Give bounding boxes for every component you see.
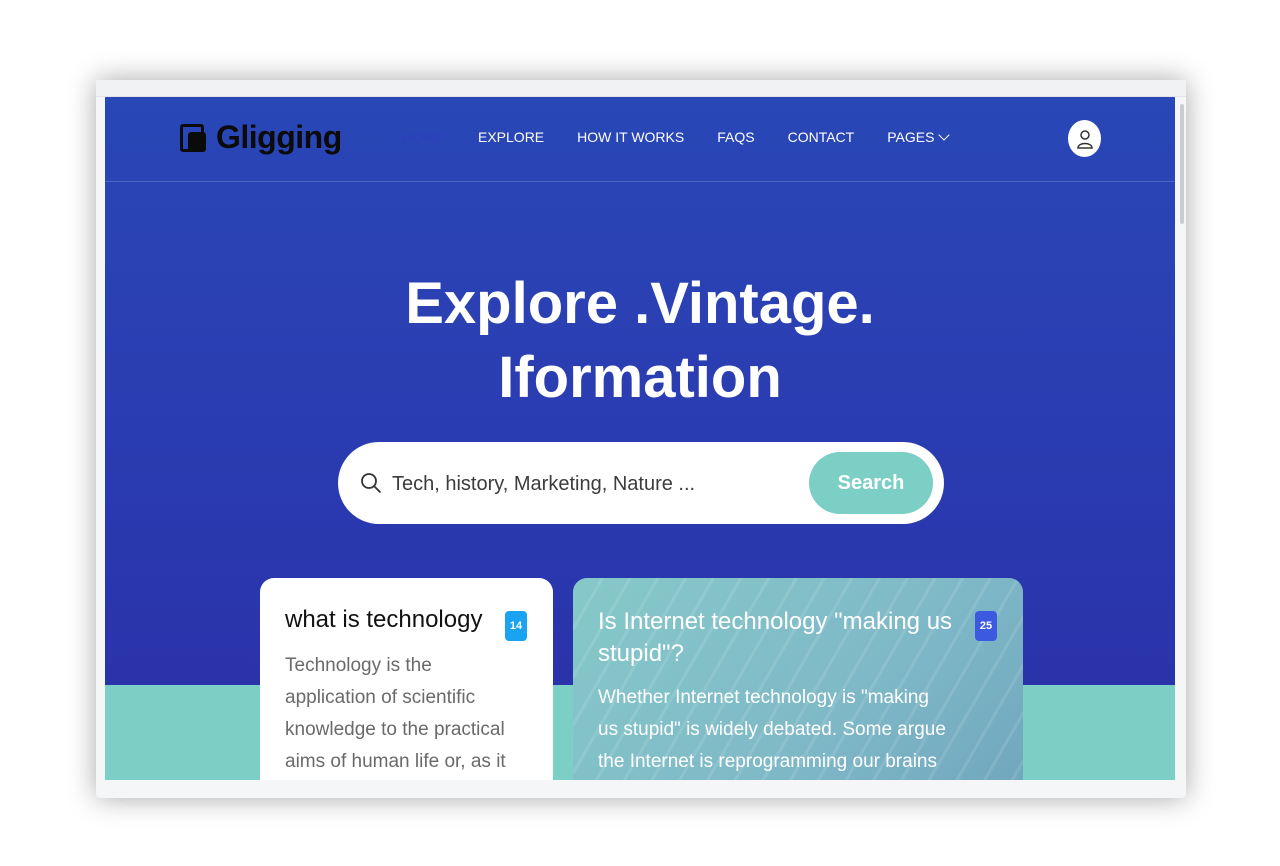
search-button[interactable]: Search bbox=[809, 452, 933, 514]
card-excerpt: Whether Internet technology is "making u… bbox=[598, 687, 946, 772]
user-avatar-button[interactable] bbox=[1068, 120, 1101, 157]
card-title: what is technology bbox=[285, 606, 483, 633]
nav-pages[interactable]: PAGES bbox=[887, 129, 951, 145]
browser-frame: Gligging HOME EXPLORE HOW IT WORKS FAQS … bbox=[96, 80, 1186, 798]
logo-icon bbox=[180, 122, 208, 154]
nav-contact[interactable]: CONTACT bbox=[788, 129, 855, 145]
search-icon bbox=[361, 473, 381, 493]
browser-topbar bbox=[96, 80, 1186, 97]
count-badge: 25 bbox=[975, 611, 997, 641]
card-title: Is Internet technology "making us stupid… bbox=[598, 608, 953, 667]
article-card[interactable]: what is technology 14 Technology is the … bbox=[260, 578, 553, 780]
hero-title-line-1: Explore .Vintage. bbox=[405, 271, 875, 336]
card-excerpt: Technology is the application of scienti… bbox=[285, 655, 506, 772]
chevron-down-icon bbox=[938, 129, 951, 141]
hero-title: Explore .Vintage. Iformation bbox=[105, 267, 1175, 415]
brand-name: Gligging bbox=[216, 119, 342, 155]
article-card[interactable]: Is Internet technology "making us stupid… bbox=[573, 578, 1023, 780]
nav-explore[interactable]: EXPLORE bbox=[478, 129, 544, 145]
nav-how-it-works[interactable]: HOW IT WORKS bbox=[577, 129, 684, 145]
count-badge: 14 bbox=[505, 611, 527, 641]
logo[interactable]: Gligging bbox=[180, 119, 342, 156]
hero-title-line-2: Iformation bbox=[498, 345, 782, 410]
main-nav: HOME EXPLORE HOW IT WORKS FAQS CONTACT P… bbox=[403, 129, 981, 145]
site-header: Gligging HOME EXPLORE HOW IT WORKS FAQS … bbox=[105, 97, 1175, 182]
search-input[interactable] bbox=[390, 468, 774, 500]
search-bar: Search bbox=[338, 442, 944, 524]
scrollbar[interactable] bbox=[1180, 104, 1184, 224]
nav-faqs[interactable]: FAQS bbox=[717, 129, 754, 145]
page: Gligging HOME EXPLORE HOW IT WORKS FAQS … bbox=[105, 97, 1175, 780]
nav-pages-label: PAGES bbox=[887, 129, 935, 145]
nav-home[interactable]: HOME bbox=[403, 129, 445, 145]
user-icon bbox=[1076, 129, 1093, 149]
